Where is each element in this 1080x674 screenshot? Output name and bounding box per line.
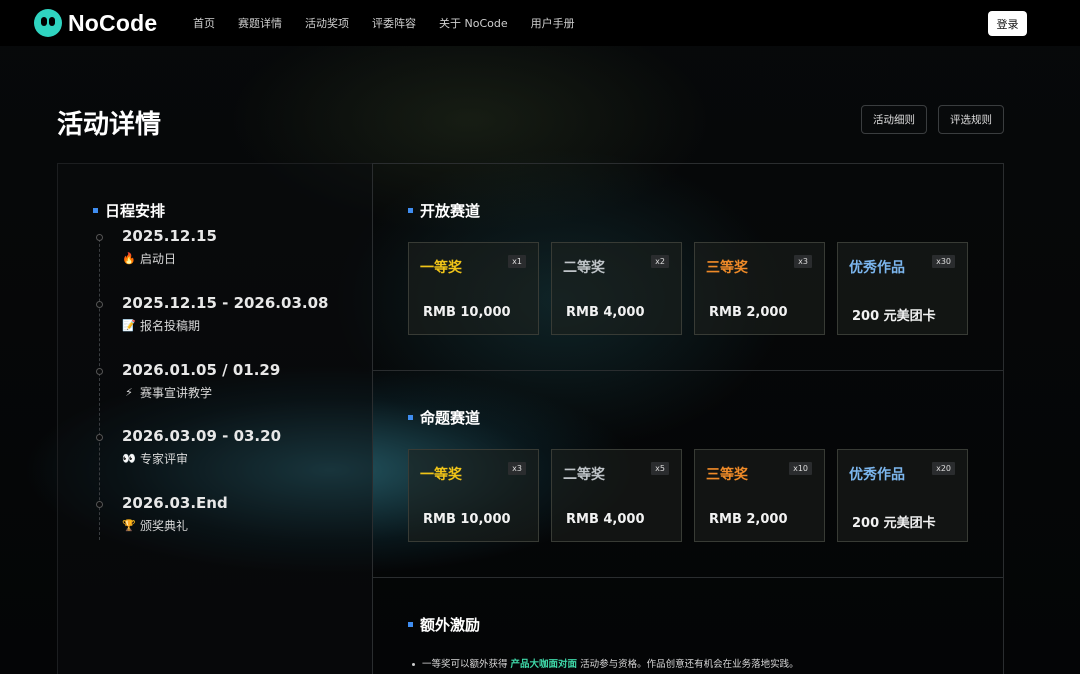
logo-text: NoCode bbox=[68, 9, 158, 36]
prize-card-excellent: 优秀作品 x30 200 元美团卡 bbox=[837, 242, 968, 335]
section-divider bbox=[373, 370, 1004, 371]
prize-count-badge: x3 bbox=[794, 255, 812, 268]
section-marker-icon bbox=[408, 415, 413, 420]
section-marker-icon bbox=[408, 622, 413, 627]
bullet-icon bbox=[412, 663, 415, 666]
prize-amount: RMB 4,000 bbox=[566, 305, 645, 320]
prize-amount: RMB 10,000 bbox=[423, 305, 511, 320]
prize-count-badge: x1 bbox=[508, 255, 526, 268]
eyes-icon: 👀 bbox=[122, 452, 136, 465]
prize-name: 优秀作品 bbox=[849, 260, 905, 276]
timeline-label: 🏆 颁奖典礼 bbox=[122, 517, 188, 534]
nav-link-topic-details[interactable]: 赛题详情 bbox=[238, 15, 282, 31]
prize-amount: RMB 10,000 bbox=[423, 512, 511, 527]
prize-amount: RMB 2,000 bbox=[709, 305, 788, 320]
timeline-label: 📝 报名投稿期 bbox=[122, 317, 200, 334]
timeline-node bbox=[96, 368, 103, 375]
prize-card-first: 一等奖 x3 RMB 10,000 bbox=[408, 449, 539, 542]
timeline-label: 👀 专家评审 bbox=[122, 450, 188, 467]
section-marker-icon bbox=[93, 208, 98, 213]
timeline-label-text: 颁奖典礼 bbox=[140, 519, 189, 533]
bonus-text-before: 一等奖可以额外获得 bbox=[422, 659, 508, 670]
nav-link-about[interactable]: 关于 NoCode bbox=[439, 15, 508, 31]
prize-card-second: 二等奖 x2 RMB 4,000 bbox=[551, 242, 682, 335]
bonus-description: 一等奖可以额外获得 产品大咖面对面 活动参与资格。作品创意还有机会在业务落地实践… bbox=[412, 656, 799, 670]
nav-link-user-manual[interactable]: 用户手册 bbox=[531, 15, 575, 31]
timeline-node bbox=[96, 234, 103, 241]
trophy-icon: 🏆 bbox=[122, 519, 136, 532]
schedule-title: 日程安排 bbox=[105, 202, 166, 220]
lightning-icon: ⚡ bbox=[125, 386, 133, 399]
theme-track-header: 命题赛道 bbox=[408, 407, 480, 428]
prize-count-badge: x10 bbox=[789, 462, 812, 475]
theme-track-title: 命题赛道 bbox=[420, 409, 481, 427]
timeline-date: 2026.03.End bbox=[122, 494, 228, 512]
prize-card-second: 二等奖 x5 RMB 4,000 bbox=[551, 449, 682, 542]
fire-icon: 🔥 bbox=[122, 252, 136, 265]
prize-name: 一等奖 bbox=[420, 260, 462, 276]
schedule-header: 日程安排 bbox=[93, 200, 165, 221]
nav-link-awards[interactable]: 活动奖项 bbox=[305, 15, 349, 31]
nav-link-home[interactable]: 首页 bbox=[193, 15, 215, 31]
top-navbar: NoCode 首页 赛题详情 活动奖项 评委阵容 关于 NoCode 用户手册 … bbox=[0, 0, 1080, 46]
bonus-text-after: 活动参与资格。作品创意还有机会在业务落地实践。 bbox=[580, 659, 799, 670]
prize-name: 优秀作品 bbox=[849, 467, 905, 483]
timeline-date: 2025.12.15 bbox=[122, 227, 217, 245]
timeline-date: 2026.03.09 - 03.20 bbox=[122, 427, 282, 445]
page-title: 活动详情 bbox=[57, 110, 162, 140]
timeline-line bbox=[99, 234, 100, 540]
open-track-title: 开放赛道 bbox=[420, 202, 481, 220]
timeline-node bbox=[96, 501, 103, 508]
prize-name: 二等奖 bbox=[563, 260, 605, 276]
prize-amount: 200 元美团卡 bbox=[852, 309, 936, 324]
prize-card-third: 三等奖 x10 RMB 2,000 bbox=[694, 449, 825, 542]
timeline-label: ⚡ 赛事宣讲教学 bbox=[122, 384, 212, 401]
timeline-date: 2025.12.15 - 2026.03.08 bbox=[122, 294, 329, 312]
section-divider bbox=[373, 577, 1004, 578]
section-marker-icon bbox=[408, 208, 413, 213]
activity-rules-button[interactable]: 活动细则 bbox=[861, 105, 927, 134]
login-button[interactable]: 登录 bbox=[988, 11, 1027, 36]
prize-card-excellent: 优秀作品 x20 200 元美团卡 bbox=[837, 449, 968, 542]
timeline-label-text: 赛事宣讲教学 bbox=[140, 386, 213, 400]
timeline-label-text: 启动日 bbox=[140, 252, 177, 266]
bonus-header: 额外激励 bbox=[408, 614, 480, 635]
prize-count-badge: x20 bbox=[932, 462, 955, 475]
prize-name: 一等奖 bbox=[420, 467, 462, 483]
prize-name: 二等奖 bbox=[563, 467, 605, 483]
nocode-logo-icon bbox=[34, 9, 62, 37]
timeline-label-text: 报名投稿期 bbox=[140, 319, 201, 333]
prize-amount: RMB 2,000 bbox=[709, 512, 788, 527]
prize-amount: 200 元美团卡 bbox=[852, 516, 936, 531]
prize-card-first: 一等奖 x1 RMB 10,000 bbox=[408, 242, 539, 335]
prize-count-badge: x5 bbox=[651, 462, 669, 475]
timeline-label-text: 专家评审 bbox=[140, 452, 189, 466]
prize-name: 三等奖 bbox=[706, 260, 748, 276]
prize-count-badge: x3 bbox=[508, 462, 526, 475]
judging-rules-button[interactable]: 评选规则 bbox=[938, 105, 1004, 134]
nav-links: 首页 赛题详情 活动奖项 评委阵容 关于 NoCode 用户手册 bbox=[193, 0, 598, 46]
logo[interactable]: NoCode bbox=[34, 9, 157, 37]
prize-name: 三等奖 bbox=[706, 467, 748, 483]
open-track-header: 开放赛道 bbox=[408, 200, 480, 221]
prize-count-badge: x30 bbox=[932, 255, 955, 268]
prize-card-third: 三等奖 x3 RMB 2,000 bbox=[694, 242, 825, 335]
timeline-node bbox=[96, 434, 103, 441]
prize-count-badge: x2 bbox=[651, 255, 669, 268]
bonus-title: 额外激励 bbox=[420, 616, 481, 634]
prize-amount: RMB 4,000 bbox=[566, 512, 645, 527]
timeline-date: 2026.01.05 / 01.29 bbox=[122, 361, 281, 379]
timeline-label: 🔥 启动日 bbox=[122, 250, 176, 267]
timeline-node bbox=[96, 301, 103, 308]
bonus-highlight: 产品大咖面对面 bbox=[510, 659, 578, 670]
memo-icon: 📝 bbox=[122, 319, 136, 332]
nav-link-judges[interactable]: 评委阵容 bbox=[372, 15, 416, 31]
